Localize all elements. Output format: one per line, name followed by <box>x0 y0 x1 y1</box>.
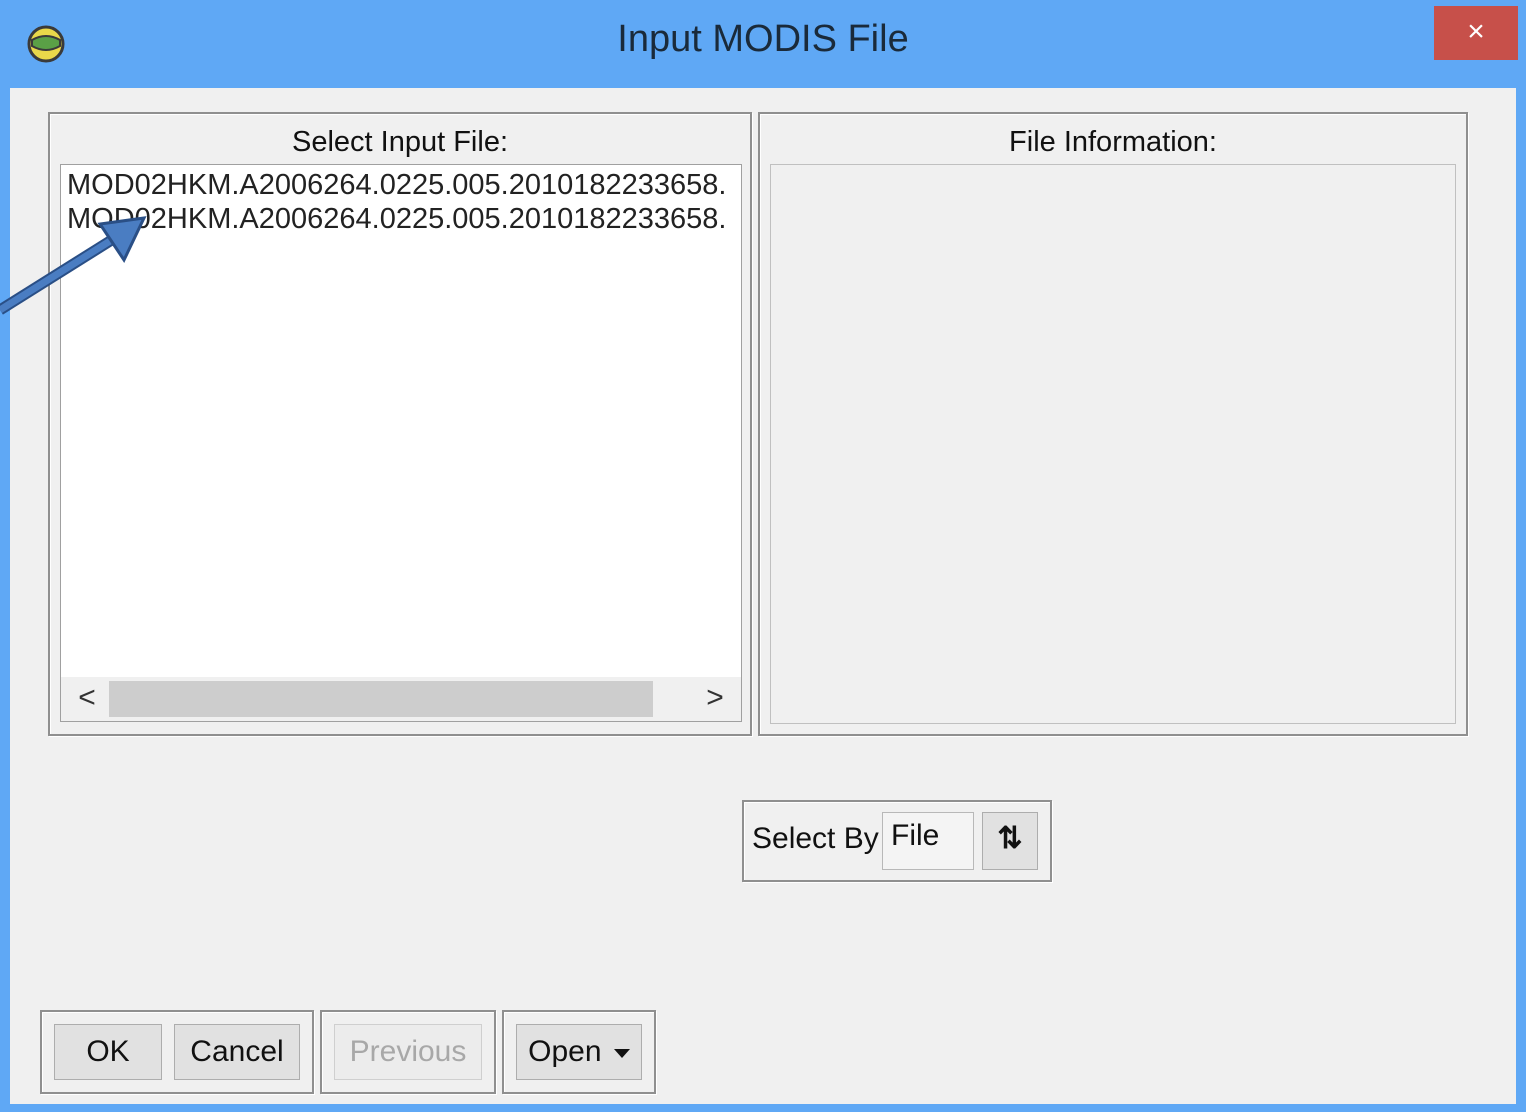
file-information-label: File Information: <box>1009 126 1217 158</box>
open-button-label: Open <box>528 1035 602 1068</box>
cancel-button[interactable]: Cancel <box>174 1024 300 1080</box>
select-by-field[interactable]: File <box>882 812 974 870</box>
window-title: Input MODIS File <box>617 18 909 60</box>
select-input-file-label: Select Input File: <box>292 126 508 158</box>
select-by-label: Select By <box>752 822 879 855</box>
chevron-down-icon <box>613 1048 630 1058</box>
title-bar[interactable]: Input MODIS File × <box>0 0 1526 88</box>
dialog-window: Input MODIS File × Select Input File: MO… <box>0 0 1526 1112</box>
scroll-thumb[interactable] <box>109 681 653 717</box>
close-button[interactable]: × <box>1434 6 1518 60</box>
horizontal-scrollbar[interactable]: < > <box>61 677 741 721</box>
file-information-box <box>770 164 1456 724</box>
open-dropdown-button[interactable]: Open <box>516 1024 642 1080</box>
annotation-arrow <box>0 216 147 315</box>
list-item[interactable]: MOD02HKM.A2006264.0225.005.2010182233658… <box>67 169 726 202</box>
scroll-left-arrow[interactable]: < <box>65 677 109 721</box>
ok-button[interactable]: OK <box>54 1024 162 1080</box>
scroll-right-arrow[interactable]: > <box>693 677 737 721</box>
sort-toggle-button[interactable]: ⇅ <box>982 812 1038 870</box>
sort-arrows-icon: ⇅ <box>997 822 1023 855</box>
previous-button[interactable]: Previous <box>334 1024 482 1080</box>
